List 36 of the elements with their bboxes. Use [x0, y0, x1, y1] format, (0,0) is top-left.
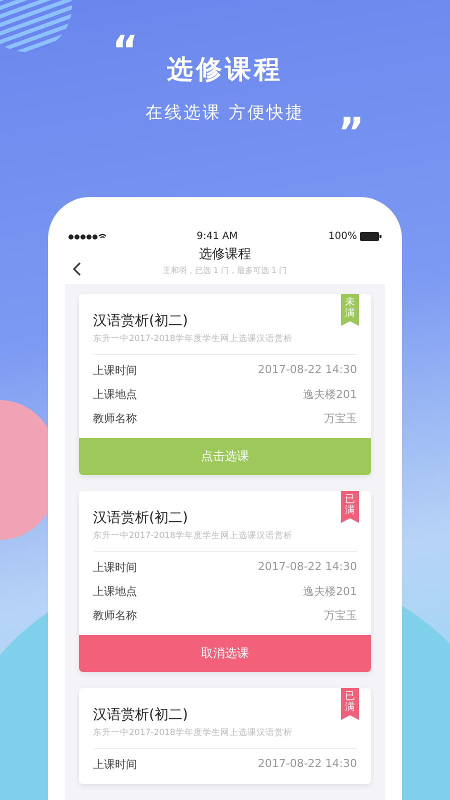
field-value: 2017-08-22 14:30: [258, 757, 357, 772]
course-description: 东升一中2017-2018学年度学生网上选课汉语赏析: [93, 727, 292, 739]
status-time: 9:41 AM: [196, 231, 238, 242]
course-name: 汉语赏析(初二): [93, 509, 188, 527]
battery-icon: [360, 232, 382, 241]
field-value: 逸夫楼201: [303, 584, 357, 599]
field-value: 万宝玉: [324, 411, 357, 426]
field-label: 上课时间: [93, 757, 137, 772]
quote-mark: ”: [338, 110, 364, 156]
cancel-button[interactable]: 取消选课: [79, 635, 371, 672]
field-label: 上课时间: [93, 363, 137, 378]
course-name: 汉语赏析(初二): [93, 706, 188, 724]
signal-icon: [68, 232, 106, 240]
quote-mark: “: [112, 28, 138, 74]
field-label: 上课地点: [93, 387, 137, 402]
field-label: 教师名称: [93, 608, 137, 623]
field-label: 教师名称: [93, 411, 137, 426]
select-button[interactable]: 点击选课: [79, 438, 371, 475]
field-value: 2017-08-22 14:30: [258, 560, 357, 575]
status-badge: 已满: [341, 688, 359, 720]
field-value: 2017-08-22 14:30: [258, 363, 357, 378]
field-value: 逸夫楼201: [303, 387, 357, 402]
hero-title: 选修课程: [167, 54, 283, 87]
battery-percent: 100%: [328, 231, 357, 242]
course-description: 东升一中2017-2018学年度学生网上选课汉语赏析: [93, 530, 292, 542]
status-badge: 已满: [341, 491, 359, 523]
course-name: 汉语赏析(初二): [93, 312, 188, 330]
field-label: 上课时间: [93, 560, 137, 575]
course-description: 东升一中2017-2018学年度学生网上选课汉语赏析: [93, 333, 292, 345]
page-title: 选修课程: [199, 246, 251, 263]
status-badge: 未满: [341, 294, 359, 326]
page-subtitle: 王和羽，已选 1 门，最多可选 1 门: [162, 265, 288, 276]
field-value: 万宝玉: [324, 608, 357, 623]
back-icon[interactable]: [72, 262, 82, 276]
hero-subtitle: 在线选课 方便快捷: [145, 102, 305, 124]
field-label: 上课地点: [93, 584, 137, 599]
